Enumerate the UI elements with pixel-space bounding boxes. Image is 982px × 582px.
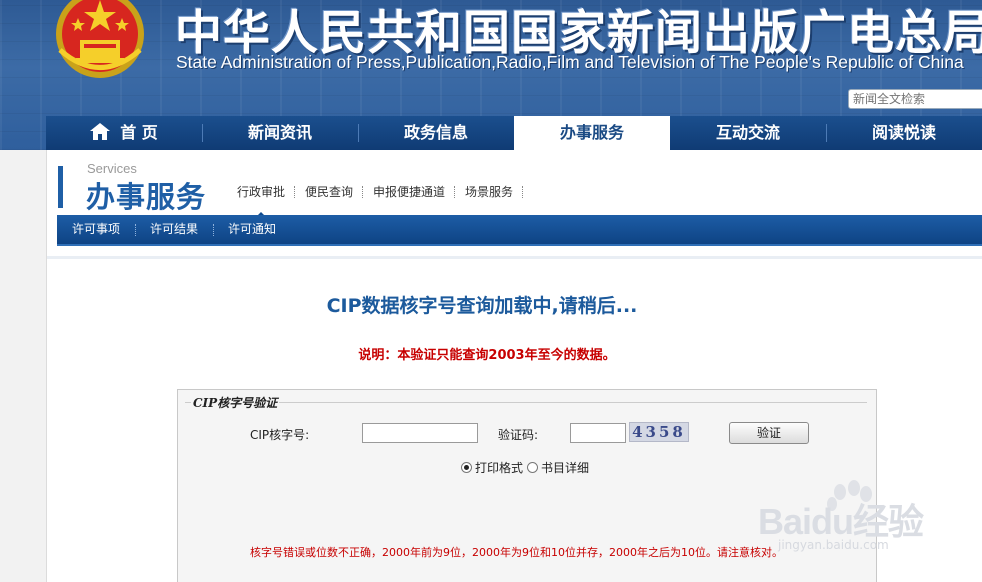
cip-number-label: CIP核字号:	[250, 428, 310, 442]
home-icon	[90, 123, 111, 140]
content-separator	[47, 256, 982, 259]
nav-item-label: 首 页	[120, 123, 158, 142]
tertiary-item-license-items[interactable]: 许可事项	[57, 215, 135, 244]
section-accent-bar	[58, 166, 63, 208]
tertiary-item-license-notices[interactable]: 许可通知	[213, 215, 291, 244]
subnav-item-public-query[interactable]: 便民查询	[295, 183, 364, 200]
output-format-radio-group: 打印格式 书目详细	[461, 459, 589, 476]
nav-item-interaction[interactable]: 互动交流	[670, 116, 826, 150]
section-sub-nav: 行政审批 便民查询 申报便捷通道 场景服务	[227, 183, 524, 217]
cip-number-input[interactable]	[362, 423, 478, 443]
nav-item-services[interactable]: 办事服务	[514, 116, 670, 150]
site-title-en: State Administration of Press,Publicatio…	[176, 52, 964, 72]
captcha-image[interactable]: 4358	[629, 422, 689, 442]
subnav-item-administrative-approval[interactable]: 行政审批	[227, 183, 296, 217]
fieldset-legend: CIP核字号验证	[191, 394, 280, 411]
nav-item-government-info[interactable]: 政务信息	[358, 116, 514, 150]
subnav-item-quick-filing[interactable]: 申报便捷通道	[363, 183, 456, 200]
subnav-item-scenario-service[interactable]: 场景服务	[455, 183, 524, 200]
radio-print-format-label: 打印格式	[475, 461, 524, 475]
captcha-label: 验证码:	[498, 428, 539, 442]
fieldset-legend-line	[185, 402, 867, 403]
loading-title: CIP数据核字号查询加载中,请稍后...	[326, 295, 638, 317]
cip-error-message: 核字号错误或位数不正确，2000年前为9位，2000年为9位和10位并存，200…	[250, 546, 783, 559]
national-emblem-icon	[56, 0, 144, 78]
query-note: 说明：本验证只能查询2003年至今的数据。	[358, 348, 616, 363]
nav-item-reading[interactable]: 阅读悦读	[826, 116, 982, 150]
watermark-url: jingyan.baidu.com	[778, 538, 889, 552]
tertiary-nav: 许可事项 许可结果 许可通知	[57, 215, 982, 246]
radio-print-format[interactable]	[461, 462, 472, 473]
news-search-input[interactable]	[848, 89, 982, 109]
radio-bibliographic-detail-label: 书目详细	[541, 461, 590, 475]
nav-item-label: 阅读悦读	[871, 123, 936, 142]
nav-item-label: 新闻资讯	[247, 123, 312, 142]
captcha-input[interactable]	[570, 423, 626, 443]
nav-item-label: 政务信息	[403, 123, 468, 142]
tertiary-item-license-results[interactable]: 许可结果	[135, 215, 213, 244]
section-title-cn: 办事服务	[86, 180, 207, 214]
nav-item-label: 办事服务	[559, 123, 624, 142]
radio-bibliographic-detail[interactable]	[527, 462, 539, 473]
verify-button[interactable]: 验证	[729, 422, 809, 444]
nav-item-news[interactable]: 新闻资讯	[202, 116, 358, 150]
nav-item-home[interactable]: 首 页	[46, 116, 202, 150]
nav-item-label: 互动交流	[715, 123, 780, 142]
main-nav: 首 页 新闻资讯 政务信息 办事服务 互动交流 阅读悦读	[46, 116, 982, 150]
